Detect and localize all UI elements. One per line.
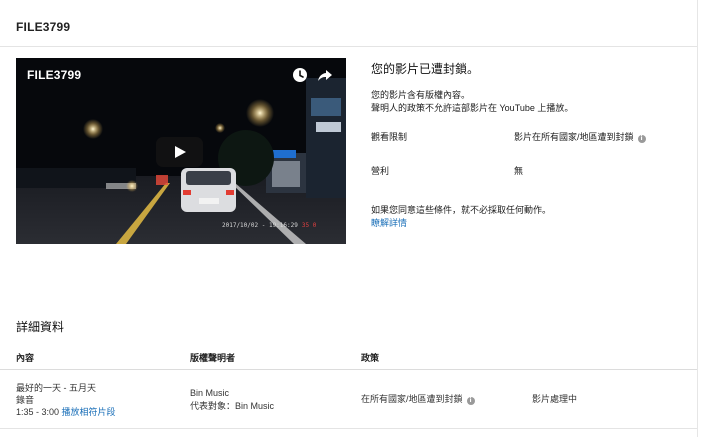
claim-policy-text: 在所有國家/地區遭到封鎖 <box>361 394 463 404</box>
monetization-value: 無 <box>514 166 524 176</box>
claim-time-range: 1:35 - 3:00 播放相符片段 <box>16 405 116 418</box>
claim-status: 影片處理中 <box>532 394 578 404</box>
video-overlay-title: FILE3799 <box>27 68 82 82</box>
details-section-title: 詳細資料 <box>16 320 65 334</box>
claim-policy: 在所有國家/地區遭到封鎖 i <box>361 392 475 405</box>
viewing-restriction-label: 觀看限制 <box>371 132 408 142</box>
claimant-name: Bin Music <box>190 388 230 398</box>
header-divider <box>0 46 697 47</box>
column-header-claimant: 版權聲明者 <box>190 353 236 363</box>
viewing-restriction-value: 影片在所有國家/地區遭到封鎖 i <box>514 130 646 143</box>
blocked-notice-title: 您的影片已遭封鎖。 <box>371 62 480 76</box>
time-range-text: 1:35 - 3:00 <box>16 407 60 417</box>
viewing-restriction-text: 影片在所有國家/地區遭到封鎖 <box>514 132 634 142</box>
no-action-needed-text: 如果您同意這些條件，就不必採取任何動作。 <box>371 205 552 215</box>
share-icon[interactable] <box>317 67 333 83</box>
table-bottom-divider <box>0 428 697 429</box>
column-header-policy: 政策 <box>361 353 380 363</box>
play-button[interactable] <box>156 137 203 167</box>
info-icon[interactable]: i <box>637 135 646 143</box>
page: FILE3799 FILE3799 2017/10/02 - 19:16:29 … <box>0 0 720 437</box>
learn-more-link[interactable]: 瞭解詳情 <box>371 216 407 229</box>
copyright-content-notice: 您的影片含有版權內容。 <box>371 90 471 100</box>
play-matched-segment-link[interactable]: 播放相符片段 <box>62 407 116 417</box>
claimant-on-behalf-of: 代表對象：Bin Music <box>190 401 275 411</box>
video-player[interactable]: FILE3799 2017/10/02 - 19:16:29 35 0 <box>16 58 346 244</box>
monetization-label: 營利 <box>371 166 390 176</box>
timestamp-text: 2017/10/02 - 19:16:29 <box>222 222 298 229</box>
claimant-policy-notice: 聲明人的政策不允許這部影片在 YouTube 上播放。 <box>371 103 574 113</box>
info-icon[interactable]: i <box>466 397 475 405</box>
play-icon <box>175 146 186 158</box>
right-border <box>697 0 698 437</box>
table-header-divider <box>0 369 697 370</box>
video-timestamp: 2017/10/02 - 19:16:29 35 0 <box>222 222 316 229</box>
speed-readout: 35 0 <box>301 222 317 229</box>
page-title: FILE3799 <box>16 20 71 34</box>
clock-icon[interactable] <box>292 67 308 83</box>
column-header-content: 內容 <box>16 353 35 363</box>
